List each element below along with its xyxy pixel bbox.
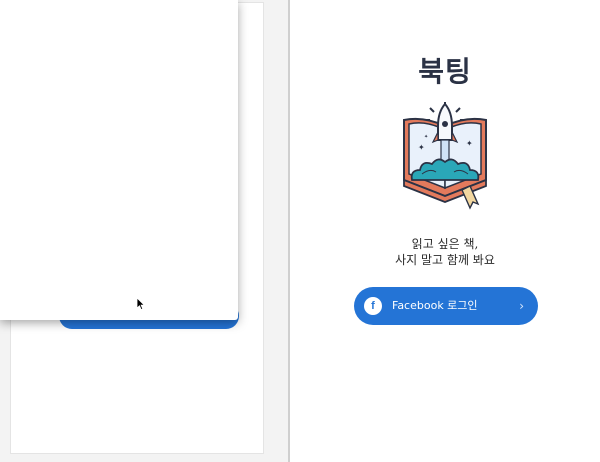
facebook-login-label: Facebook 로그인 [392, 299, 478, 312]
app-title: 북팅 [418, 55, 472, 88]
svg-text:✦: ✦ [418, 143, 425, 152]
chevron-right-icon: › [519, 299, 524, 313]
svg-text:✦: ✦ [424, 134, 428, 140]
tagline-line-2: 사지 말고 함께 봐요 [395, 253, 495, 267]
tagline-line-1: 읽고 싶은 책, [411, 237, 479, 251]
rocket-book-icon: ✦ ✦ ✦ [403, 102, 487, 210]
screen-gutter [264, 0, 288, 462]
facebook-icon: f [364, 297, 382, 315]
facebook-login-button[interactable]: f Facebook 로그인 › [354, 287, 538, 325]
popup-window[interactable] [0, 0, 238, 320]
svg-text:✦: ✦ [466, 139, 473, 148]
tagline: 읽고 싶은 책, 사지 말고 함께 봐요 [290, 236, 600, 268]
mouse-cursor-icon [136, 297, 146, 311]
right-phone-screen: 북팅 ✦ ✦ ✦ 읽고 싶은 책, 사지 말고 함께 봐요 f Facebook… [288, 0, 600, 462]
